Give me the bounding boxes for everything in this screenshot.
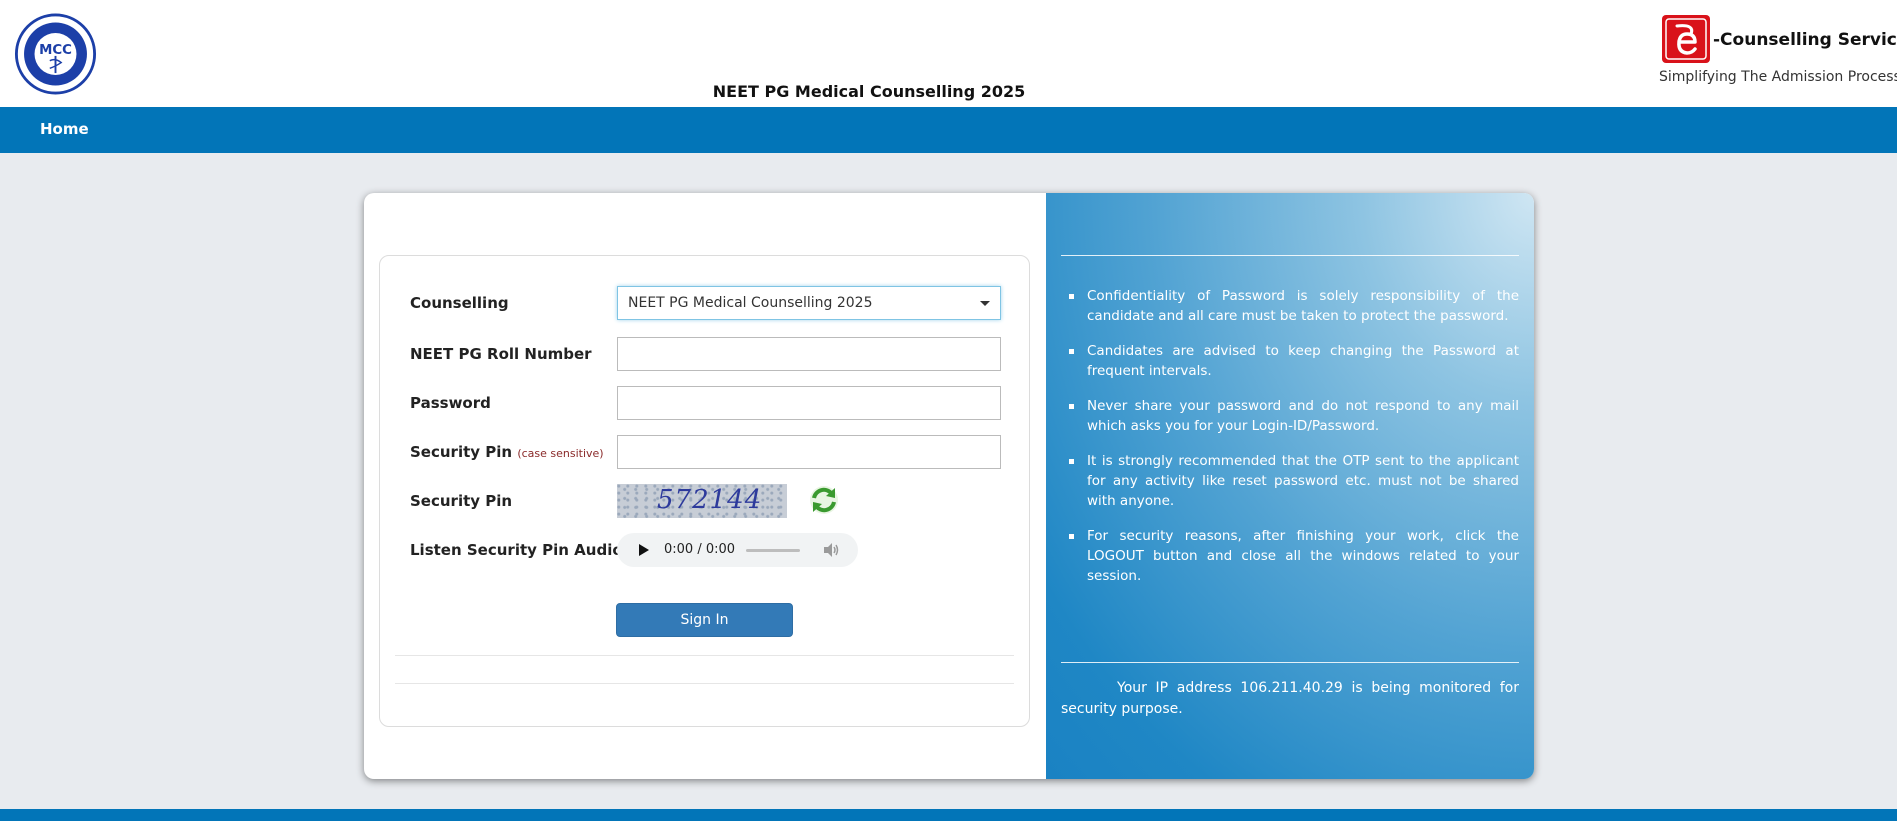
audio-label: Listen Security Pin Audio [410, 541, 623, 559]
case-sensitive-note: (case sensitive) [517, 447, 604, 460]
footer-bar [0, 809, 1897, 821]
counselling-label: Counselling [410, 294, 509, 312]
roll-number-row: NEET PG Roll Number [410, 337, 1010, 373]
login-card: Counselling NEET PG Medical Counselling … [364, 193, 1534, 779]
roll-number-input[interactable] [617, 337, 1001, 371]
nav-home-link[interactable]: Home [40, 120, 89, 138]
mcc-logo-text: MCC [39, 43, 72, 58]
audio-row: Listen Security Pin Audio 0:00 / 0:00 [410, 533, 1010, 569]
login-form: Counselling NEET PG Medical Counselling … [379, 255, 1030, 727]
password-input[interactable] [617, 386, 1001, 420]
chevron-down-icon [980, 301, 990, 306]
security-pin-input[interactable] [617, 435, 1001, 469]
guideline-item: Candidates are advised to keep changing … [1061, 341, 1519, 381]
roll-number-label: NEET PG Roll Number [410, 345, 592, 363]
security-info-panel: Confidentiality of Password is solely re… [1046, 193, 1534, 779]
security-pin-row: Security Pin (case sensitive) [410, 435, 1010, 471]
captcha-row: Security Pin 572144 [410, 484, 1010, 520]
form-divider-bottom [395, 683, 1014, 684]
password-row: Password [410, 386, 1010, 422]
ip-monitor-note: Your IP address 106.211.40.29 is being m… [1061, 680, 1519, 717]
audio-player: 0:00 / 0:00 [617, 533, 858, 567]
security-guidelines-list: Confidentiality of Password is solely re… [1061, 286, 1519, 601]
counselling-select[interactable]: NEET PG Medical Counselling 2025 [617, 286, 1001, 320]
audio-progress-slider[interactable] [746, 549, 800, 552]
sign-in-button[interactable]: Sign In [616, 603, 793, 637]
e-counselling-tagline: Simplifying The Admission Process [1659, 69, 1897, 85]
play-icon[interactable] [639, 544, 649, 556]
captcha-text: 572144 [657, 485, 763, 515]
info-divider-top [1061, 255, 1519, 256]
guideline-item: Never share your password and do not res… [1061, 396, 1519, 436]
guideline-item: Confidentiality of Password is solely re… [1061, 286, 1519, 326]
password-label: Password [410, 394, 491, 412]
counselling-row: Counselling NEET PG Medical Counselling … [410, 286, 1010, 322]
page-title: NEET PG Medical Counselling 2025 [712, 82, 1026, 101]
refresh-icon[interactable] [808, 484, 840, 516]
page-header: MCC NEET PG Medical Counselling 2025 -Co… [0, 0, 1897, 107]
form-divider-top [395, 655, 1014, 656]
info-divider-bottom [1061, 662, 1519, 663]
captcha-label: Security Pin [410, 492, 513, 510]
security-pin-label: Security Pin (case sensitive) [410, 443, 604, 461]
e-counselling-logo-icon [1662, 15, 1710, 63]
counselling-select-value: NEET PG Medical Counselling 2025 [628, 295, 873, 311]
volume-icon[interactable] [823, 543, 839, 557]
audio-time: 0:00 / 0:00 [664, 542, 736, 557]
security-pin-label-text: Security Pin [410, 443, 513, 461]
guideline-item: It is strongly recommended that the OTP … [1061, 451, 1519, 511]
e-counselling-brand: -Counselling Services [1713, 30, 1897, 50]
guideline-item: For security reasons, after finishing yo… [1061, 526, 1519, 586]
main-nav: Home [0, 107, 1897, 153]
captcha-image: 572144 [617, 484, 787, 518]
